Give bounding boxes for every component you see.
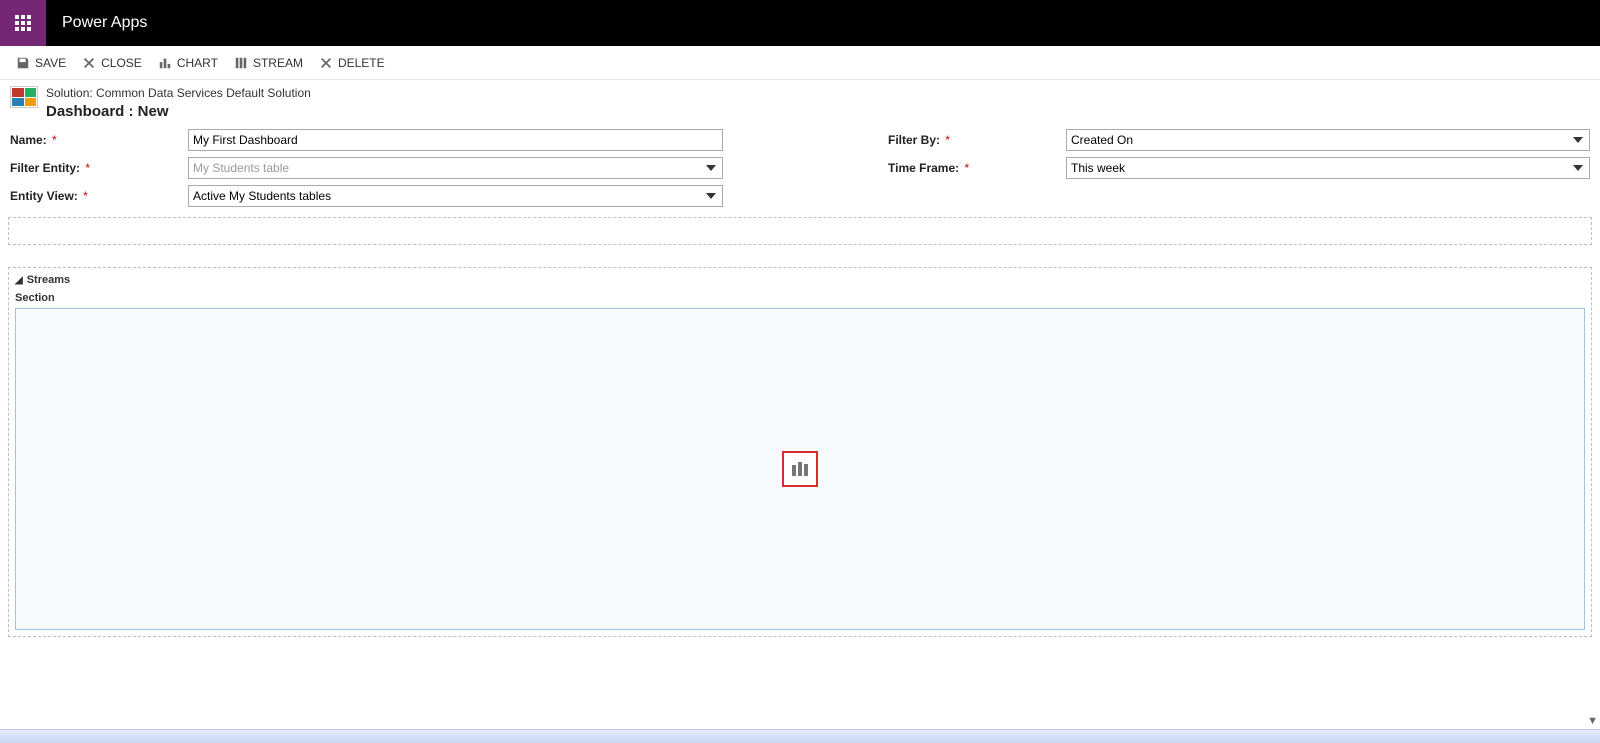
collapse-icon: ◢ [15, 275, 23, 286]
save-label: SAVE [35, 56, 66, 70]
filter-by-select[interactable]: Created On [1066, 129, 1590, 151]
required-mark: * [83, 189, 88, 203]
entity-view-label-text: Entity View: [10, 189, 78, 203]
waffle-icon [15, 15, 31, 31]
close-label: CLOSE [101, 56, 142, 70]
time-frame-label-text: Time Frame: [888, 161, 959, 175]
entity-view-label: Entity View: * [10, 189, 188, 203]
scroll-down-icon[interactable]: ▼ [1587, 715, 1598, 727]
stream-icon [234, 56, 248, 70]
time-frame-label: Time Frame: * [888, 161, 1066, 175]
entity-view-select[interactable]: Active My Students tables [188, 185, 723, 207]
name-label-text: Name: [10, 133, 47, 147]
delete-icon [319, 56, 333, 70]
filter-by-label: Filter By: * [888, 133, 1066, 147]
chart-button[interactable]: CHART [156, 52, 220, 74]
info-text: Solution: Common Data Services Default S… [46, 86, 311, 121]
close-button[interactable]: CLOSE [80, 52, 144, 74]
save-icon [16, 56, 30, 70]
filter-entity-label-text: Filter Entity: [10, 161, 80, 175]
chart-icon [158, 56, 172, 70]
section-label: Section [13, 290, 1587, 308]
required-mark: * [964, 161, 969, 175]
dashboard-entity-icon [10, 86, 38, 108]
required-mark: * [945, 133, 950, 147]
streams-header-label: Streams [27, 274, 70, 286]
close-icon [82, 56, 96, 70]
filter-entity-select[interactable]: My Students table [188, 157, 723, 179]
stream-button[interactable]: STREAM [232, 52, 305, 74]
delete-button[interactable]: DELETE [317, 52, 387, 74]
name-input[interactable] [188, 129, 723, 151]
delete-label: DELETE [338, 56, 385, 70]
stream-label: STREAM [253, 56, 303, 70]
save-button[interactable]: SAVE [14, 52, 68, 74]
required-mark: * [85, 161, 90, 175]
visual-filters-placeholder[interactable] [8, 217, 1592, 245]
info-row: Solution: Common Data Services Default S… [0, 80, 1600, 123]
stream-section-placeholder[interactable] [15, 308, 1585, 630]
required-mark: * [52, 133, 57, 147]
page-title: Dashboard : New [46, 102, 311, 122]
command-bar: SAVE CLOSE CHART STREAM DELETE [0, 46, 1600, 80]
stream-columns-icon [792, 462, 808, 476]
time-frame-select[interactable]: This week [1066, 157, 1590, 179]
chart-label: CHART [177, 56, 218, 70]
filter-by-label-text: Filter By: [888, 133, 940, 147]
add-stream-button[interactable] [782, 451, 818, 487]
app-launcher-button[interactable] [0, 0, 46, 46]
status-bar [0, 729, 1600, 743]
app-title: Power Apps [62, 14, 147, 32]
name-label: Name: * [10, 133, 188, 147]
form-grid: Name: * Filter By: * Created On Filter E… [0, 123, 1600, 217]
top-header: Power Apps [0, 0, 1600, 46]
design-area[interactable]: ◢ Streams Section [0, 217, 1600, 711]
streams-header[interactable]: ◢ Streams [13, 272, 1587, 290]
solution-line: Solution: Common Data Services Default S… [46, 86, 311, 102]
filter-entity-label: Filter Entity: * [10, 161, 188, 175]
streams-container: ◢ Streams Section [8, 267, 1592, 637]
